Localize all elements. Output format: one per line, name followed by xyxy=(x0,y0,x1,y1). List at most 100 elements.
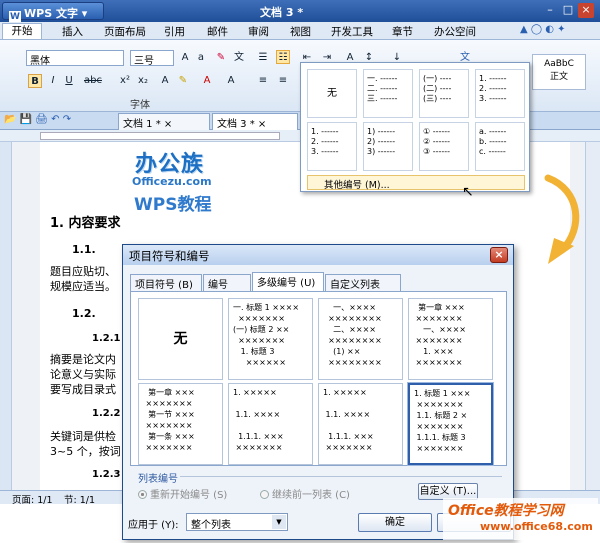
bullets-icon[interactable]: ☰ xyxy=(256,51,270,65)
numbering-dropdown: 无 一. ------ 二. ------ 三. ------ (一) ----… xyxy=(300,62,530,192)
numbering-option[interactable]: 1. ------ 2. ------ 3. ------ xyxy=(307,122,357,171)
minimize-icon[interactable]: – xyxy=(542,3,558,18)
radio-label: 继续前一列表 (C) xyxy=(272,490,350,501)
app-name: WPS 文字 xyxy=(24,7,78,20)
multilevel-option[interactable]: 一、×××× ×××××××× 二、×××× ×××××××× (1) ×× ×… xyxy=(318,298,403,380)
tab-numbering[interactable]: 编号 (N) xyxy=(203,274,251,302)
apply-to-label: 应用于 (Y): xyxy=(128,520,179,531)
wps-menu-button[interactable]: W WPS 文字 ▾ xyxy=(2,2,104,23)
menu-chapter[interactable]: 章节 xyxy=(392,24,413,39)
chevron-down-icon: ▼ xyxy=(272,515,286,529)
multilevel-option[interactable]: 第一章 ××× ××××××× 一、×××× ××××××× 1. ××× ××… xyxy=(408,298,493,380)
shrink-font-icon[interactable]: a xyxy=(194,51,208,65)
doc-paragraph: 论意义与实际 xyxy=(50,368,116,381)
highlight-icon[interactable]: ✎ xyxy=(176,74,190,88)
superscript-button[interactable]: x² xyxy=(118,74,132,88)
officezu-logo: 办公族 xyxy=(135,152,205,177)
continue-list-radio[interactable]: 继续前一列表 (C) xyxy=(260,486,350,501)
watermark-title: Office教程学习网 xyxy=(448,503,564,519)
doc-paragraph: 规模应适当。 xyxy=(50,280,116,293)
doc-paragraph: 关键词是供检 xyxy=(50,430,116,443)
char-shading-icon[interactable]: A xyxy=(158,74,172,88)
group-divider xyxy=(180,476,502,477)
list-numbering-group-label: 列表编号 xyxy=(138,474,178,485)
help-icons[interactable]: ▲ ◯ ◐ ✦ xyxy=(520,24,566,35)
pinyin-icon[interactable]: 文 xyxy=(232,51,246,65)
numbering-option[interactable]: ① ------ ② ------ ③ ------ xyxy=(419,122,469,171)
menu-review[interactable]: 审阅 xyxy=(248,24,269,39)
menu-view[interactable]: 视图 xyxy=(290,24,311,39)
tab-custom-list[interactable]: 自定义列表 (L) xyxy=(325,274,401,302)
doc-paragraph: 摘要是论文内 xyxy=(50,353,116,366)
doc-paragraph: 题目应贴切、 xyxy=(50,265,116,278)
numbering-option[interactable]: 1. ------ 2. ------ 3. ------ xyxy=(475,69,525,118)
tab-close-icon[interactable]: × xyxy=(164,119,172,130)
style-name: 正文 xyxy=(549,72,568,82)
tab-close-icon[interactable]: × xyxy=(258,119,266,130)
tab-label: 文档 3 * xyxy=(217,119,255,130)
font-name-select[interactable]: 黑体 xyxy=(26,50,124,67)
multilevel-option[interactable]: 一. 标题 1 ×××× ××××××× (一) 标题 2 ×× ×××××××… xyxy=(228,298,313,380)
window-title: 文档 3 * xyxy=(260,6,304,19)
grow-font-icon[interactable]: A xyxy=(178,51,192,65)
menu-references[interactable]: 引用 xyxy=(164,24,185,39)
underline-button[interactable]: U xyxy=(62,74,76,88)
menu-mail[interactable]: 邮件 xyxy=(207,24,228,39)
restart-numbering-radio[interactable]: 重新开始编号 (S) xyxy=(138,486,227,501)
doc-heading-1: 1. 内容要求 xyxy=(50,216,121,231)
menu-start[interactable]: 开始 xyxy=(2,23,42,39)
doc-heading-1-2-1: 1.2.1 xyxy=(92,333,121,344)
curved-arrow-icon xyxy=(544,174,580,264)
doc-heading-1-2: 1.2. xyxy=(72,307,96,320)
font-color-icon[interactable]: A xyxy=(200,74,214,88)
subscript-button[interactable]: x₂ xyxy=(136,74,150,88)
align-center-icon[interactable]: ≡ xyxy=(276,74,290,88)
doc-paragraph: 要写成目录式 xyxy=(50,383,116,396)
char-border-icon[interactable]: A xyxy=(224,74,238,88)
doc-paragraph: 3~5 个，按词 xyxy=(50,445,121,458)
multilevel-option[interactable]: 1. ××××× 1.1. ×××× 1.1.1. ××× ××××××× xyxy=(318,383,403,465)
watermark-url: www.office68.com xyxy=(480,520,593,533)
numbering-option[interactable]: (一) ---- (二) ---- (三) ---- xyxy=(419,69,469,118)
radio-dot xyxy=(138,490,147,499)
doc-heading-1-2-2: 1.2.2 xyxy=(92,408,121,419)
numbering-option[interactable]: 1) ------ 2) ------ 3) ------ xyxy=(363,122,413,171)
tab-multilevel[interactable]: 多级编号 (U) xyxy=(252,272,324,292)
quick-access-icons[interactable]: 📂 💾 🖨 ↶ ↷ xyxy=(4,114,71,125)
multilevel-option[interactable]: 1. ××××× 1.1. ×××× 1.1.1. ××× ××××××× xyxy=(228,383,313,465)
italic-button[interactable]: I xyxy=(46,74,60,88)
clear-format-icon[interactable]: ✎ xyxy=(214,51,228,65)
numbering-option[interactable]: a. ------ b. ------ c. ------ xyxy=(475,122,525,171)
multilevel-option-selected[interactable]: 1. 标题 1 ××× ××××××× 1.1. 标题 2 × ××××××× … xyxy=(407,382,494,466)
more-numbering-item[interactable]: 其他编号 (M)... xyxy=(307,175,525,191)
wps-tutorial-logo: WPS教程 xyxy=(134,195,212,215)
ruler-track[interactable] xyxy=(40,132,280,140)
close-icon[interactable]: × xyxy=(578,3,594,18)
apply-to-select[interactable]: 整个列表 ▼ xyxy=(186,513,288,531)
ok-button[interactable]: 确定 xyxy=(358,513,432,532)
officezu-url: Officezu.com xyxy=(132,175,212,188)
dialog-close-icon[interactable]: × xyxy=(490,247,508,263)
mouse-cursor-icon: ↖ xyxy=(462,184,474,200)
menu-office-space[interactable]: 办公空间 xyxy=(434,24,476,39)
numbering-none[interactable]: 无 xyxy=(307,69,357,118)
bold-button[interactable]: B xyxy=(28,74,42,88)
doc-heading-1-1: 1.1. xyxy=(72,243,96,256)
font-size-select[interactable]: 三号 xyxy=(130,50,174,67)
tab-document-3[interactable]: 文档 3 * × xyxy=(212,113,298,130)
tab-document-1[interactable]: 文档 1 * × xyxy=(118,113,210,130)
tab-label: 文档 1 * xyxy=(123,119,161,130)
align-left-icon[interactable]: ≡ xyxy=(256,74,270,88)
multilevel-option[interactable]: 第一章 ××× ××××××× 第一节 ××× ××××××× 第一条 ××× … xyxy=(138,383,223,465)
multilevel-none[interactable]: 无 xyxy=(138,298,223,380)
style-gallery[interactable]: AaBbC 正文 xyxy=(532,54,586,90)
tab-bullets[interactable]: 项目符号 (B) xyxy=(130,274,202,291)
menu-page-layout[interactable]: 页面布局 xyxy=(104,24,146,39)
numbering-icon[interactable]: ☷ xyxy=(276,50,290,64)
numbering-option[interactable]: 一. ------ 二. ------ 三. ------ xyxy=(363,69,413,118)
strikethrough-button[interactable]: abc xyxy=(84,74,102,88)
menu-insert[interactable]: 插入 xyxy=(62,24,83,39)
menu-developer[interactable]: 开发工具 xyxy=(331,24,373,39)
maximize-icon[interactable]: □ xyxy=(560,3,576,18)
style-preview: AaBbC xyxy=(544,59,574,69)
